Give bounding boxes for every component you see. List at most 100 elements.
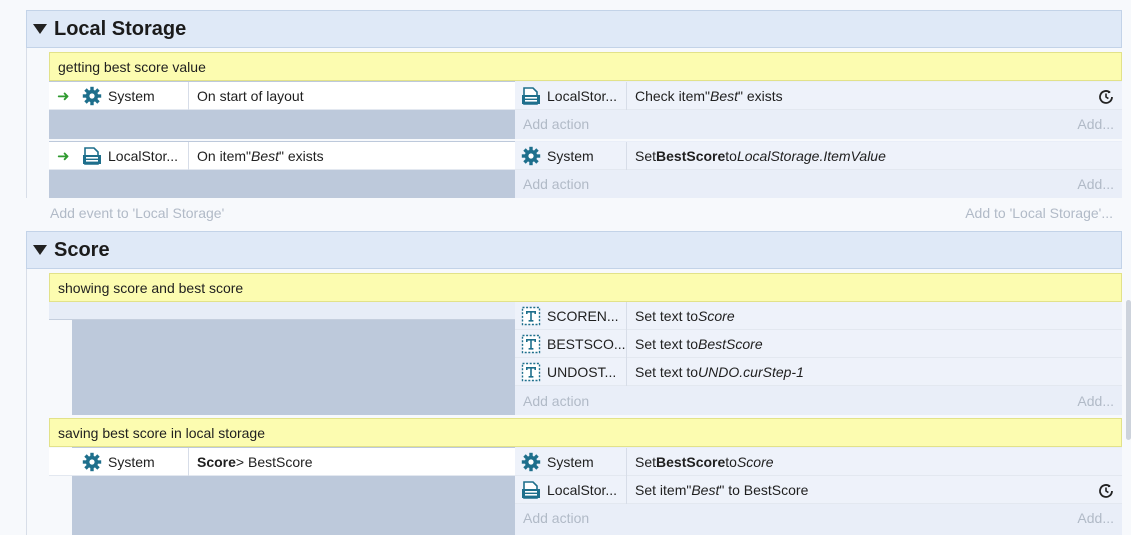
text-part: LocalStorage.ItemValue bbox=[736, 148, 886, 164]
condition-row[interactable]: ➜ LocalStor... On item " Best " exists bbox=[49, 142, 515, 170]
comment-text: showing score and best score bbox=[58, 279, 244, 296]
text-part: Best bbox=[251, 148, 280, 164]
object-name: System bbox=[547, 148, 594, 164]
action-row[interactable]: System Set BestScore to Score bbox=[515, 448, 1122, 476]
object-name: LocalStor... bbox=[547, 88, 618, 104]
event-comment[interactable]: showing score and best score bbox=[49, 273, 1122, 302]
column-divider bbox=[626, 302, 627, 330]
local-storage-icon bbox=[521, 480, 541, 500]
add-event-link[interactable]: Add event to 'Local Storage' bbox=[50, 199, 224, 227]
action-object: SCOREN... bbox=[521, 302, 619, 330]
column-divider bbox=[626, 476, 627, 504]
empty-condition-row[interactable] bbox=[49, 302, 515, 320]
text-part: Set bbox=[635, 454, 657, 470]
action-block[interactable]: System Set BestScore to Score LocalStor.… bbox=[515, 447, 1122, 535]
column-divider bbox=[626, 358, 627, 386]
group-header-local-storage[interactable]: Local Storage bbox=[26, 10, 1122, 48]
object-name: SCOREN... bbox=[547, 308, 619, 324]
text-part: to bbox=[725, 454, 737, 470]
action-text: Set text to BestScore bbox=[635, 330, 763, 358]
text-part: Set text to bbox=[635, 308, 699, 324]
text-part: " exists bbox=[279, 148, 324, 164]
action-object: System bbox=[521, 448, 594, 476]
text-part: Set item bbox=[635, 482, 687, 498]
column-divider bbox=[626, 330, 627, 358]
comment-text: saving best score in local storage bbox=[58, 424, 265, 441]
text-part: Best bbox=[691, 482, 720, 498]
add-action-link[interactable]: Add action bbox=[523, 110, 589, 138]
action-object: LocalStor... bbox=[521, 82, 617, 110]
collapse-triangle-icon[interactable] bbox=[33, 245, 47, 255]
column-divider bbox=[626, 82, 627, 110]
vertical-scrollbar-thumb[interactable] bbox=[1126, 300, 1131, 440]
column-divider bbox=[188, 82, 189, 110]
text-part: Set bbox=[635, 148, 657, 164]
condition-text: On item " Best " exists bbox=[197, 142, 324, 170]
add-link[interactable]: Add... bbox=[1077, 170, 1114, 198]
add-action-link[interactable]: Add action bbox=[523, 170, 589, 198]
add-link[interactable]: Add... bbox=[1077, 387, 1114, 415]
trigger-arrow-icon: ➜ bbox=[57, 148, 70, 165]
event-sheet-gutter bbox=[26, 269, 27, 535]
object-name: System bbox=[108, 454, 155, 470]
text-part: Score bbox=[736, 454, 774, 470]
action-block[interactable]: SCOREN... Set text to Score BESTSCO... S… bbox=[515, 302, 1122, 415]
action-row[interactable]: System Set BestScore to LocalStorage.Ite… bbox=[515, 142, 1122, 170]
condition-object: System bbox=[82, 448, 155, 476]
text-part: to bbox=[725, 148, 737, 164]
text-part: On item bbox=[197, 148, 247, 164]
action-text: Set BestScore to Score bbox=[635, 448, 774, 476]
text-part: BestScore bbox=[656, 454, 726, 470]
column-divider bbox=[188, 448, 189, 476]
text-part: Set text to bbox=[635, 336, 699, 352]
condition-object: LocalStor... bbox=[82, 142, 178, 170]
trigger-arrow-icon: ➜ bbox=[57, 88, 70, 105]
text-part: " to BestScore bbox=[719, 482, 809, 498]
local-storage-icon bbox=[82, 146, 102, 166]
text-object-icon bbox=[521, 306, 541, 326]
object-name: LocalStor... bbox=[108, 148, 179, 164]
async-clock-icon bbox=[1097, 88, 1115, 109]
action-object: UNDOST... bbox=[521, 358, 616, 386]
object-name: System bbox=[547, 454, 594, 470]
add-action-link[interactable]: Add action bbox=[523, 504, 589, 532]
condition-text: On start of layout bbox=[197, 88, 304, 104]
action-text: Set text to UNDO.curStep-1 bbox=[635, 358, 804, 386]
condition-object: System bbox=[82, 82, 155, 110]
text-part: BestScore bbox=[698, 336, 763, 352]
action-row[interactable]: UNDOST... Set text to UNDO.curStep-1 bbox=[515, 358, 1122, 386]
action-row[interactable]: LocalStor... Check item " Best " exists bbox=[515, 82, 1122, 110]
add-to-group-link[interactable]: Add to 'Local Storage'... bbox=[965, 199, 1113, 227]
text-part: Score bbox=[197, 454, 236, 470]
object-name: BESTSCO... bbox=[547, 336, 626, 352]
object-name: UNDOST... bbox=[547, 364, 617, 380]
condition-row[interactable]: ➜ System On start of layout bbox=[49, 82, 515, 110]
text-part: BestScore bbox=[656, 148, 726, 164]
local-storage-icon bbox=[521, 86, 541, 106]
text-part: Set text to bbox=[635, 364, 699, 380]
text-object-icon bbox=[521, 334, 541, 354]
action-row[interactable]: SCOREN... Set text to Score bbox=[515, 302, 1122, 330]
column-divider bbox=[626, 448, 627, 476]
event-comment[interactable]: getting best score value bbox=[49, 52, 1122, 81]
add-link[interactable]: Add... bbox=[1077, 504, 1114, 532]
gear-icon bbox=[82, 452, 102, 472]
add-action-link[interactable]: Add action bbox=[523, 387, 589, 415]
action-block[interactable]: System Set BestScore to LocalStorage.Ite… bbox=[515, 141, 1122, 198]
column-divider bbox=[626, 142, 627, 170]
action-row[interactable]: BESTSCO... Set text to BestScore bbox=[515, 330, 1122, 358]
add-link[interactable]: Add... bbox=[1077, 110, 1114, 138]
condition-row[interactable]: System Score > BestScore bbox=[49, 448, 515, 476]
text-object-icon bbox=[521, 362, 541, 382]
group-title: Score bbox=[54, 238, 110, 261]
text-part: UNDO.curStep-1 bbox=[698, 364, 804, 380]
action-block[interactable]: LocalStor... Check item " Best " exists Ad… bbox=[515, 81, 1122, 139]
collapse-triangle-icon[interactable] bbox=[33, 24, 47, 34]
action-text: Set item " Best " to BestScore bbox=[635, 476, 808, 504]
text-part: " exists bbox=[738, 88, 783, 104]
gear-icon bbox=[521, 146, 541, 166]
event-comment[interactable]: saving best score in local storage bbox=[49, 418, 1122, 447]
group-header-score[interactable]: Score bbox=[26, 231, 1122, 269]
gear-icon bbox=[82, 86, 102, 106]
action-row[interactable]: LocalStor... Set item " Best " to BestScor… bbox=[515, 476, 1122, 504]
